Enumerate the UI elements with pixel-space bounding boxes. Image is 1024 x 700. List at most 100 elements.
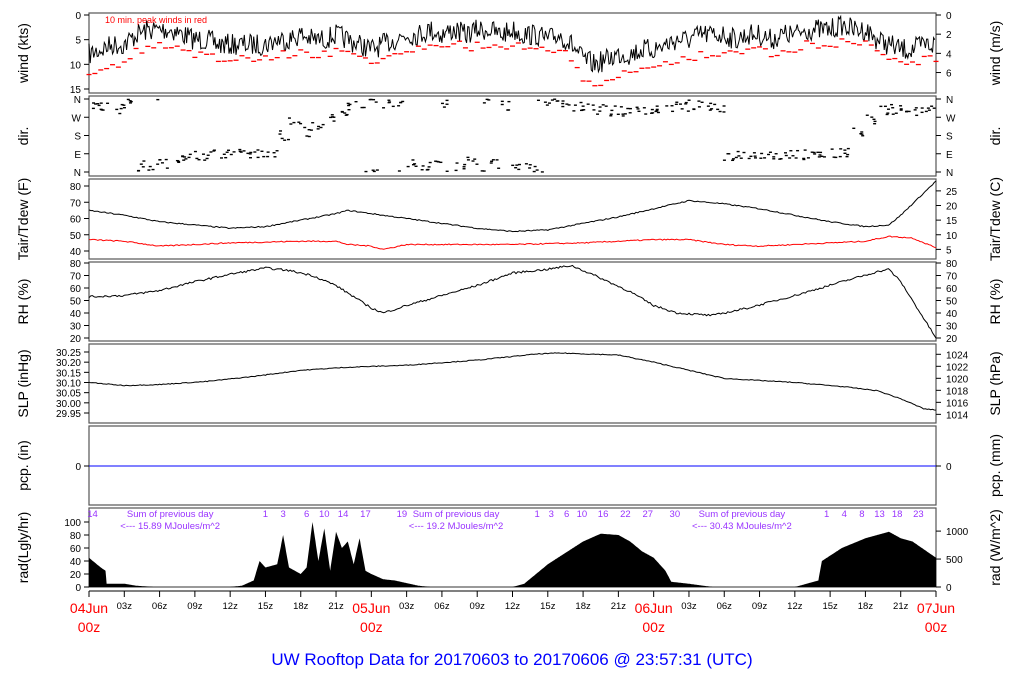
direction-point [572, 110, 576, 112]
direction-point [556, 100, 560, 102]
left-tick-label: N [74, 95, 81, 106]
direction-point [280, 137, 284, 140]
direction-point [736, 150, 740, 153]
ylabel-right-temp: Tair/Tdew (C) [987, 177, 1003, 261]
direction-point [249, 157, 253, 159]
direction-point [511, 164, 515, 167]
right-tick-label: 25 [946, 187, 958, 198]
hourly-cumulative-label: 17 [360, 509, 371, 520]
panel-frame-wind [88, 12, 937, 94]
direction-point [899, 105, 903, 107]
direction-point [768, 151, 772, 153]
direction-point [462, 166, 466, 168]
direction-point [665, 105, 669, 107]
left-tick-label: 40 [70, 309, 82, 320]
direction-point [321, 123, 325, 126]
direction-point [697, 100, 701, 102]
right-tick-label: 1000 [946, 527, 969, 538]
direction-point [891, 113, 895, 115]
direction-point [421, 165, 425, 167]
left-tick-label: 30.00 [56, 399, 81, 410]
x-tick-label: 06z [152, 601, 168, 612]
direction-point [266, 151, 270, 153]
hourly-cumulative-label: 23 [913, 509, 924, 520]
direction-point [273, 156, 277, 158]
direction-point [224, 156, 228, 159]
direction-point [97, 104, 101, 107]
hourly-cumulative-label: 1 [824, 509, 829, 520]
left-tick-label: 0 [75, 583, 81, 594]
direction-point [675, 101, 679, 103]
direction-point [343, 112, 347, 114]
direction-point [674, 103, 678, 106]
direction-point [372, 98, 376, 101]
left-tick-label: 40 [70, 557, 82, 568]
direction-point [399, 101, 403, 104]
direction-point [428, 161, 432, 164]
direction-point [819, 151, 823, 154]
ylabel-right-wind: wind (m/s) [987, 21, 1003, 87]
hourly-cumulative-label: 1 [263, 509, 268, 520]
left-tick-label: 20 [70, 570, 82, 581]
direction-point [722, 105, 726, 107]
direction-point [789, 150, 793, 152]
left-tick-label: 40 [70, 247, 82, 258]
direction-point [371, 169, 375, 171]
direction-point [517, 168, 521, 171]
ylabel-right-rad: rad (W/m^2) [987, 509, 1003, 586]
right-tick-label: 10 [946, 231, 958, 242]
direction-point [722, 159, 726, 161]
x-tick-label: 06z [717, 601, 733, 612]
right-tick-label: 1018 [946, 386, 969, 397]
ylabel-temp: Tair/Tdew (F) [15, 178, 31, 260]
direction-point [348, 103, 352, 106]
hourly-cumulative-label: 8 [859, 509, 864, 520]
direction-point [873, 123, 877, 125]
ylabel-right-pcp: pcp. (mm) [987, 434, 1003, 497]
direction-point [806, 157, 810, 159]
direction-point [454, 169, 458, 172]
direction-point [579, 101, 583, 104]
direction-point [543, 101, 547, 103]
direction-point [913, 109, 917, 111]
direction-point [482, 102, 486, 104]
right-tick-label: 1014 [946, 410, 969, 421]
direction-point [628, 107, 632, 110]
direction-point [753, 155, 757, 157]
direction-point [222, 153, 226, 155]
direction-point [830, 148, 834, 150]
ylabel-wind: wind (kts) [15, 23, 31, 84]
direction-point [148, 165, 152, 168]
direction-point [716, 108, 720, 111]
right-tick-label: E [946, 150, 953, 161]
direction-point [655, 108, 659, 111]
direction-point [413, 163, 417, 165]
direction-point [225, 151, 229, 153]
right-tick-label: 0 [946, 583, 952, 594]
daily-sum-label: Sum of previous day [699, 509, 786, 520]
direction-point [547, 102, 551, 104]
ylabel-right-slp: SLP (hPa) [987, 351, 1003, 415]
x-tick-label: 21z [893, 601, 909, 612]
direction-point [445, 170, 449, 172]
direction-point [899, 108, 903, 110]
x-tick-label: 18z [293, 601, 309, 612]
direction-point [623, 113, 627, 115]
direction-point [817, 156, 821, 158]
direction-point [686, 110, 690, 112]
direction-point [427, 166, 431, 168]
x-date-sublabel: 00z [78, 619, 101, 635]
direction-point [414, 165, 418, 167]
direction-point [846, 153, 850, 156]
direction-point [126, 98, 130, 101]
direction-point [142, 160, 146, 162]
direction-point [137, 169, 141, 172]
direction-point [752, 152, 756, 154]
direction-point [119, 107, 123, 110]
left-tick-label: 30.25 [56, 348, 81, 359]
daily-sum-label: Sum of previous day [127, 509, 214, 520]
direction-point [609, 113, 613, 115]
hourly-cumulative-label: 1 [535, 509, 540, 520]
direction-point [411, 159, 415, 161]
right-tick-label: N [946, 95, 953, 106]
